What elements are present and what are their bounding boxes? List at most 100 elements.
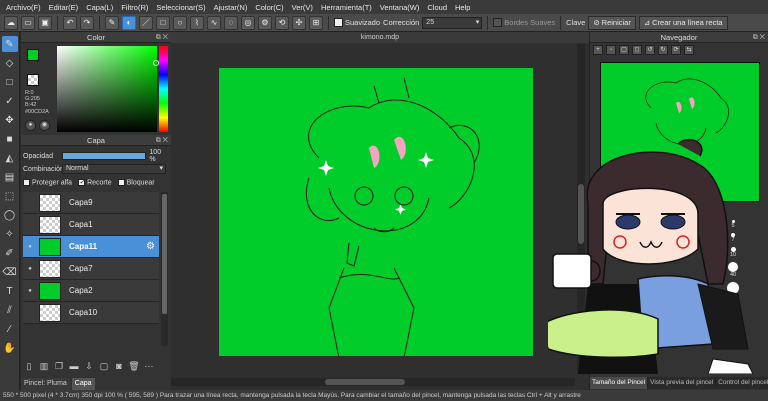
circle-dots-icon[interactable]: ◌ xyxy=(224,15,238,30)
soft-edges-checkbox[interactable] xyxy=(493,18,503,28)
folder-icon[interactable]: ▭ xyxy=(21,15,35,30)
menu-seleccionar[interactable]: Seleccionar(S) xyxy=(152,3,209,12)
polyline-icon[interactable]: ⌇ xyxy=(190,15,204,30)
gear-icon[interactable]: ⚙ xyxy=(258,15,272,30)
rotate-left-icon[interactable]: ↺ xyxy=(645,44,655,55)
panel-options-icon[interactable]: ⧉ ✕ xyxy=(753,32,765,43)
gradient-tool-icon[interactable]: ▤ xyxy=(2,169,18,185)
reset-button[interactable]: ⊘ Reiniciar xyxy=(588,15,636,30)
panel-options-icon[interactable]: ⧉ ✕ xyxy=(156,135,168,146)
layer-scrollbar[interactable] xyxy=(161,192,168,346)
zoom-out-icon[interactable]: − xyxy=(606,44,616,55)
hand-tool-icon[interactable]: ✋ xyxy=(2,340,18,356)
pen-icon[interactable]: ✎ xyxy=(105,15,119,30)
menu-color[interactable]: Color(C) xyxy=(251,3,287,12)
reset-rotation-icon[interactable]: ⟳ xyxy=(671,44,681,55)
menu-ajustar[interactable]: Ajustar(N) xyxy=(210,3,252,12)
clip-checkbox[interactable] xyxy=(78,178,86,186)
lasso-tool-icon[interactable]: ◯ xyxy=(2,207,18,223)
lock-checkbox[interactable] xyxy=(117,179,125,186)
gear-icon[interactable]: ⚙ xyxy=(146,241,155,252)
magic-wand-tool-icon[interactable]: ✧ xyxy=(2,226,18,242)
blend-mode-select[interactable]: Normal xyxy=(62,164,166,174)
soft-edges-toggle[interactable]: Bordes Suaves xyxy=(493,18,555,28)
zoom-in-icon[interactable]: + xyxy=(593,44,603,55)
new-layer-icon[interactable]: ▯ xyxy=(23,360,35,372)
menu-ventana[interactable]: Ventana(W) xyxy=(376,3,424,12)
menu-herramienta[interactable]: Herramienta(T) xyxy=(317,3,376,12)
color-palette-icon[interactable]: ◉ xyxy=(39,120,50,131)
rect-select-tool-icon[interactable]: □ xyxy=(2,74,18,90)
lock-toggle[interactable]: Bloquear xyxy=(117,179,155,186)
new-halftone-layer-icon[interactable]: ▥ xyxy=(38,360,50,372)
rect-shape-tool-icon[interactable]: ■ xyxy=(2,131,18,147)
actual-size-icon[interactable]: ◻ xyxy=(632,44,642,55)
concentric-icon[interactable]: ◎ xyxy=(241,15,255,30)
scrollbar-thumb[interactable] xyxy=(162,194,167,314)
menu-help[interactable]: Help xyxy=(451,3,474,12)
check-tool-icon[interactable]: ✓ xyxy=(2,93,18,109)
divide-tool-icon[interactable]: ⫽ xyxy=(2,302,18,318)
save-icon[interactable]: ▣ xyxy=(38,15,52,30)
symmetry-icon[interactable]: ⟲ xyxy=(275,15,289,30)
select-eraser-tool-icon[interactable]: ⌫ xyxy=(2,264,18,280)
menu-archivo[interactable]: Archivo(F) xyxy=(2,3,45,12)
foreground-color-swatch[interactable] xyxy=(27,49,39,61)
protect-alpha-toggle[interactable]: Proteger alfa xyxy=(23,179,72,186)
camera-icon[interactable]: ◙ xyxy=(113,360,125,372)
smoothing-checkbox[interactable] xyxy=(334,18,343,28)
shape-rect-icon[interactable]: □ xyxy=(156,15,170,30)
tab-layer[interactable]: Capa xyxy=(71,378,95,390)
shape-ellipse-icon[interactable]: ○ xyxy=(173,15,187,30)
visibility-icon[interactable]: ● xyxy=(23,266,37,272)
clip-toggle[interactable]: Recorte xyxy=(78,178,112,186)
visibility-icon[interactable]: ● xyxy=(23,288,37,294)
layer-row-capa1[interactable]: Capa1 xyxy=(23,214,159,236)
clear-layer-icon[interactable]: ▢ xyxy=(98,360,110,372)
new-folder-icon[interactable]: ▬ xyxy=(68,360,80,372)
cloud-icon[interactable]: ☁ xyxy=(4,15,18,30)
opacity-slider[interactable] xyxy=(61,152,147,160)
snap-icon[interactable]: ✣ xyxy=(292,15,306,30)
trash-icon[interactable]: 🗑 xyxy=(128,360,140,372)
protect-alpha-checkbox[interactable] xyxy=(23,179,30,186)
redo-icon[interactable]: ↷ xyxy=(80,15,94,30)
canvas-horizontal-scrollbar[interactable] xyxy=(171,378,575,386)
menu-filtro[interactable]: Filtro(R) xyxy=(117,3,152,12)
straight-line-button[interactable]: ⊿ Crear una línea recta xyxy=(638,15,728,30)
menu-capa[interactable]: Capa(L) xyxy=(82,3,117,12)
duplicate-layer-icon[interactable]: ❐ xyxy=(53,360,65,372)
eyedropper-tool-icon[interactable]: ⁄ xyxy=(2,321,18,337)
move-tool-icon[interactable]: ✥ xyxy=(2,112,18,128)
document-tab[interactable]: kimono.mdp xyxy=(171,32,589,43)
hue-slider[interactable] xyxy=(159,46,168,132)
artboard[interactable] xyxy=(219,68,533,359)
brush-tool-icon[interactable]: ✎ xyxy=(1,36,18,52)
layer-row-capa7[interactable]: ● Capa7 xyxy=(23,258,159,280)
fill-tool-icon[interactable]: ◭ xyxy=(2,150,18,166)
text-tool-icon[interactable]: T xyxy=(2,283,18,299)
correction-select[interactable]: 25 xyxy=(422,16,483,29)
layer-row-capa10[interactable]: Capa10 xyxy=(23,302,159,324)
shape-line-icon[interactable]: ／ xyxy=(139,15,153,30)
transparent-color-swatch[interactable] xyxy=(27,74,39,86)
brush-mode-icon[interactable]: ◐ xyxy=(122,15,136,30)
layer-row-capa11[interactable]: ● Capa11 ⚙ xyxy=(23,236,159,258)
tab-brush-size[interactable]: Tamaño del Pincel xyxy=(590,377,649,389)
tab-brush[interactable]: Pincel: Pluma xyxy=(21,378,70,390)
menu-cloud[interactable]: Cloud xyxy=(423,3,451,12)
saturation-value-field[interactable] xyxy=(57,46,157,132)
merge-down-icon[interactable]: ⇩ xyxy=(83,360,95,372)
more-icon[interactable]: ⋯ xyxy=(143,360,155,372)
layer-row-capa9[interactable]: Capa9 xyxy=(23,192,159,214)
menu-ver[interactable]: Ver(V) xyxy=(288,3,317,12)
scrollbar-thumb[interactable] xyxy=(325,379,405,385)
select-pen-tool-icon[interactable]: ✐ xyxy=(2,245,18,261)
select-tool-icon[interactable]: ⬚ xyxy=(2,188,18,204)
layer-row-capa2[interactable]: ● Capa2 xyxy=(23,280,159,302)
smoothing-toggle[interactable]: Suavizado xyxy=(334,18,380,28)
menu-editar[interactable]: Editar(E) xyxy=(45,3,83,12)
fit-icon[interactable]: ▢ xyxy=(619,44,629,55)
visibility-icon[interactable]: ● xyxy=(23,244,37,250)
undo-icon[interactable]: ↶ xyxy=(63,15,77,30)
